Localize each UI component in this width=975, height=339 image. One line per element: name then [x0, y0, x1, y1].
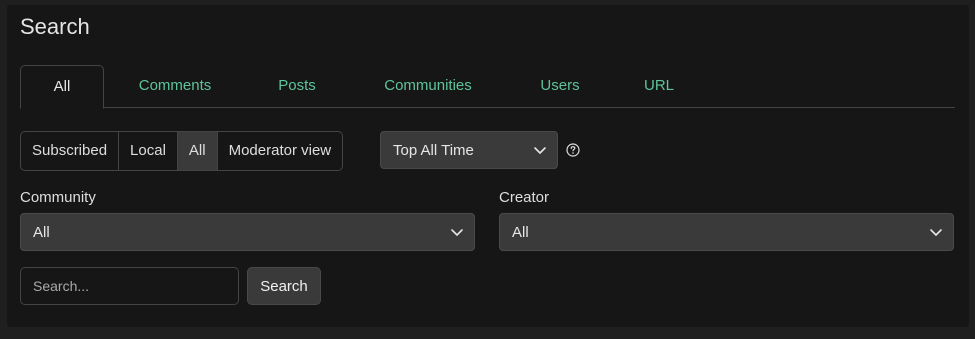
- listing-moderator-view-button[interactable]: Moderator view: [218, 132, 343, 170]
- creator-select[interactable]: All: [499, 213, 954, 251]
- creator-label: Creator: [499, 189, 550, 206]
- listing-local-button[interactable]: Local: [119, 132, 178, 170]
- creator-select-value: All: [512, 223, 529, 241]
- tab-communities[interactable]: Communities: [368, 65, 488, 107]
- question-circle-icon[interactable]: [566, 143, 580, 157]
- community-select[interactable]: All: [20, 213, 475, 251]
- tab-users[interactable]: Users: [528, 65, 592, 107]
- page-title: Search: [20, 14, 90, 39]
- sort-select[interactable]: Top All Time: [380, 131, 558, 169]
- tab-comments[interactable]: Comments: [120, 65, 230, 107]
- sort-select-value: Top All Time: [393, 141, 474, 159]
- search-button[interactable]: Search: [247, 267, 321, 305]
- tab-all[interactable]: All: [20, 65, 104, 109]
- search-input[interactable]: [20, 267, 239, 305]
- listing-subscribed-button[interactable]: Subscribed: [21, 132, 120, 170]
- chevron-down-icon: [930, 229, 942, 236]
- listing-type-group: Subscribed Local All Moderator view: [20, 131, 344, 171]
- search-type-tabs: All Comments Posts Communities Users URL: [20, 65, 955, 109]
- community-label: Community: [20, 189, 96, 206]
- tab-url[interactable]: URL: [632, 65, 686, 107]
- tab-posts[interactable]: Posts: [265, 65, 329, 107]
- chevron-down-icon: [451, 229, 463, 236]
- listing-all-button[interactable]: All: [177, 132, 218, 170]
- chevron-down-icon: [534, 147, 546, 154]
- community-select-value: All: [33, 223, 50, 241]
